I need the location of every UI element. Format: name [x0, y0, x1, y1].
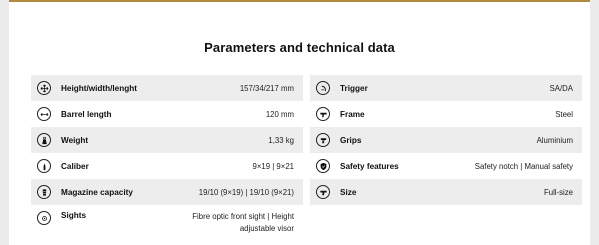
- param-value: Safety notch | Manual safety: [474, 161, 573, 171]
- param-value: Full-size: [543, 187, 573, 197]
- weight-icon: [37, 133, 51, 147]
- magazine-icon: [37, 185, 51, 199]
- left-parameter-list: Height/width/lenght 157/34/217 mm Barrel…: [31, 75, 303, 239]
- dimensions-icon: [37, 81, 51, 95]
- param-row-caliber: Caliber 9×19 | 9×21: [31, 153, 303, 179]
- param-row-sights: Sights Fibre optic front sight | Height …: [31, 205, 303, 239]
- param-label: Height/width/lenght: [61, 83, 137, 93]
- param-label: Sights: [61, 211, 87, 220]
- param-label: Grips: [340, 135, 362, 145]
- param-row-grips: Grips Aluminium: [310, 127, 582, 153]
- param-row-trigger: Trigger SA/DA: [310, 75, 582, 101]
- param-label: Trigger: [340, 83, 368, 93]
- sights-icon: [37, 211, 51, 225]
- param-label: Caliber: [61, 161, 89, 171]
- param-label: Frame: [340, 109, 365, 119]
- param-value: 9×19 | 9×21: [252, 161, 294, 171]
- technical-data-card: Parameters and technical data Height/wid…: [9, 0, 590, 245]
- param-row-weight: Weight 1,33 kg: [31, 127, 303, 153]
- param-label: Safety features: [340, 161, 399, 171]
- param-value: 19/10 (9×19) | 19/10 (9×21): [198, 187, 294, 197]
- param-value: Aluminium: [536, 135, 573, 145]
- param-row-safety: Safety features Safety notch | Manual sa…: [310, 153, 582, 179]
- param-row-barrel-length: Barrel length 120 mm: [31, 101, 303, 127]
- safety-icon: [316, 159, 330, 173]
- param-row-frame: Frame Steel: [310, 101, 582, 127]
- param-label: Magazine capacity: [61, 187, 133, 197]
- barrel-length-icon: [37, 107, 51, 121]
- param-label: Weight: [61, 135, 89, 145]
- param-value: 157/34/217 mm: [239, 83, 294, 93]
- param-label: Size: [340, 187, 357, 197]
- param-value: Fibre optic front sight | Height adjusta…: [192, 212, 294, 233]
- param-value: Steel: [555, 109, 573, 119]
- section-title: Parameters and technical data: [204, 40, 395, 55]
- trigger-icon: [316, 81, 330, 95]
- param-value: SA/DA: [549, 83, 573, 93]
- grips-icon: [316, 133, 330, 147]
- param-value: 120 mm: [265, 109, 294, 119]
- param-row-dimensions: Height/width/lenght 157/34/217 mm: [31, 75, 303, 101]
- param-row-size: Size Full-size: [310, 179, 582, 205]
- frame-icon: [316, 107, 330, 121]
- param-value: 1,33 kg: [268, 135, 294, 145]
- param-row-magazine: Magazine capacity 19/10 (9×19) | 19/10 (…: [31, 179, 303, 205]
- param-label: Barrel length: [61, 109, 112, 119]
- caliber-icon: [37, 159, 51, 173]
- right-parameter-list: Trigger SA/DA Frame Steel Grips Aluminiu…: [310, 75, 582, 205]
- size-icon: [316, 185, 330, 199]
